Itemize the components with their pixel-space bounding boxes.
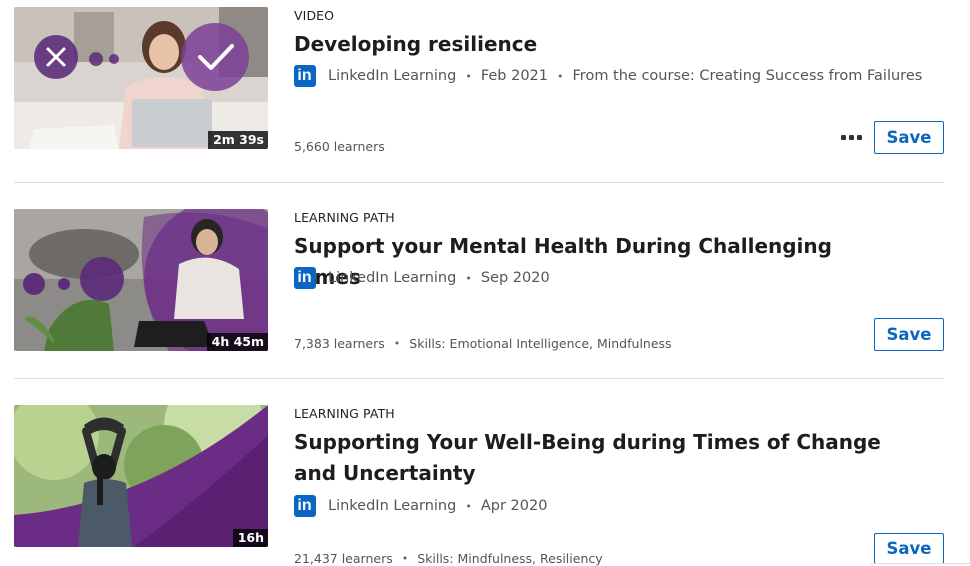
thumbnail-image	[14, 7, 268, 149]
separator-dot: •	[465, 271, 472, 285]
duration-badge: 4h 45m	[206, 333, 268, 351]
more-options-icon[interactable]	[836, 127, 866, 147]
provider-meta: in LinkedIn Learning • Feb 2021 • From t…	[294, 65, 922, 87]
content-type-label: LEARNING PATH	[294, 406, 395, 421]
save-button[interactable]: Save	[874, 121, 944, 154]
separator-dot: •	[557, 69, 564, 83]
card-footer: 7,383 learners • Skills: Emotional Intel…	[294, 336, 672, 351]
linkedin-icon: in	[294, 65, 316, 87]
divider	[14, 182, 944, 183]
provider-meta: in LinkedIn Learning • Sep 2020	[294, 267, 550, 289]
course-title[interactable]: Developing resilience	[294, 29, 894, 60]
save-button[interactable]: Save	[874, 533, 944, 564]
provider-name: LinkedIn Learning	[328, 498, 457, 514]
content-type-label: VIDEO	[294, 8, 335, 23]
card-footer: 5,660 learners	[294, 139, 385, 154]
publish-date: Sep 2020	[480, 270, 550, 286]
duration-badge: 16h	[232, 529, 268, 547]
course-thumbnail[interactable]: 4h 45m	[14, 209, 268, 351]
learner-count: 5,660 learners	[294, 139, 385, 154]
course-title[interactable]: Supporting Your Well-Being during Times …	[294, 427, 884, 489]
course-thumbnail[interactable]: 16h	[14, 405, 268, 547]
thumbnail-image	[14, 405, 268, 547]
duration-badge: 2m 39s	[208, 131, 268, 149]
separator-dot: •	[465, 499, 472, 513]
separator-dot: •	[401, 552, 409, 565]
course-thumbnail[interactable]: 2m 39s	[14, 7, 268, 149]
publish-date: Feb 2021	[480, 68, 549, 84]
publish-date: Apr 2020	[480, 498, 548, 514]
divider	[14, 378, 944, 379]
provider-name: LinkedIn Learning	[328, 68, 457, 84]
linkedin-icon: in	[294, 267, 316, 289]
provider-meta: in LinkedIn Learning • Apr 2020	[294, 495, 547, 517]
provider-name: LinkedIn Learning	[328, 270, 457, 286]
content-type-label: LEARNING PATH	[294, 210, 395, 225]
save-button[interactable]: Save	[874, 318, 944, 351]
separator-dot: •	[465, 69, 472, 83]
separator-dot: •	[393, 337, 401, 350]
linkedin-icon: in	[294, 495, 316, 517]
thumbnail-image	[14, 209, 268, 351]
course-source: From the course: Creating Success from F…	[572, 68, 923, 84]
learner-count: 7,383 learners	[294, 336, 385, 351]
skills-list: Skills: Emotional Intelligence, Mindfuln…	[409, 336, 672, 351]
